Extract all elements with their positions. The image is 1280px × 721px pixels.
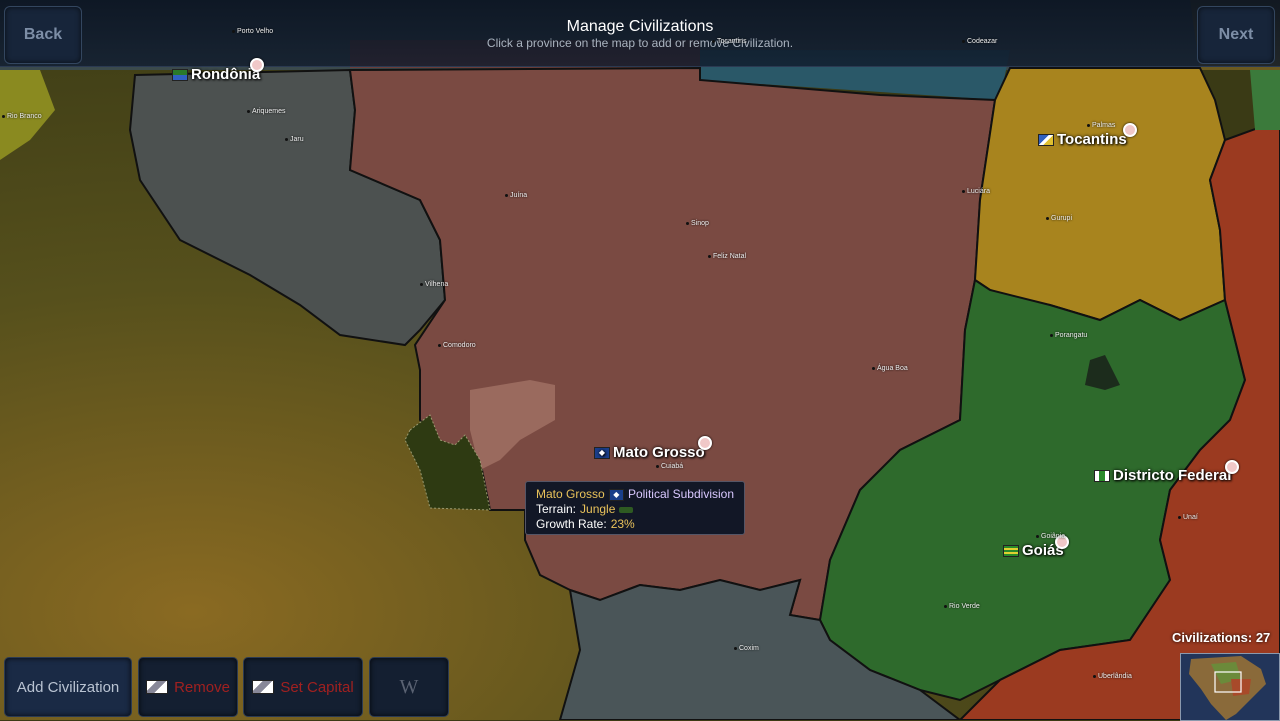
province-tooltip: Mato Grosso ◆ Political Subdivision Terr…: [525, 481, 745, 535]
city-codeazar: Codeazar: [962, 38, 997, 45]
page-title: Manage Civilizations: [566, 18, 714, 35]
goias-flag-icon: [1003, 544, 1019, 557]
add-civilization-button[interactable]: Add Civilization: [4, 657, 132, 717]
world-map[interactable]: [0, 0, 1280, 720]
label-mato-grosso[interactable]: ◆ Mato Grosso: [594, 444, 705, 461]
tooltip-terrain-value: Jungle: [580, 502, 616, 516]
label-distrito-federal[interactable]: Districto Federal: [1094, 467, 1231, 484]
city-juina: Juína: [505, 192, 527, 199]
add-civilization-label: Add Civilization: [16, 678, 120, 696]
city-agua-boa: Água Boa: [872, 365, 908, 372]
set-capital-label: Set Capital: [280, 678, 354, 696]
rondonia-flag-icon: [172, 68, 188, 81]
next-button[interactable]: Next: [1197, 6, 1275, 64]
city-vilhena: Vilhena: [420, 281, 448, 288]
city-goiania: Goiânia: [1036, 533, 1065, 540]
set-capital-button[interactable]: Set Capital: [243, 657, 363, 717]
tocantins-flag-icon: [1038, 133, 1054, 146]
tooltip-growth-label: Growth Rate:: [536, 517, 607, 531]
capital-rondonia-icon[interactable]: [250, 58, 264, 72]
tooltip-terrain-row: Terrain: Jungle: [536, 502, 734, 517]
city-palmas: Palmas: [1087, 122, 1115, 129]
city-sinop: Sinop: [686, 220, 709, 227]
label-rondonia-text: Rondônia: [191, 66, 261, 83]
capital-tocantins-icon[interactable]: [1123, 123, 1137, 137]
tooltip-type: Political Subdivision: [627, 487, 734, 501]
label-mato-grosso-text: Mato Grosso: [613, 444, 705, 461]
civilizations-number: 27: [1255, 630, 1271, 645]
jungle-icon: [619, 506, 634, 513]
city-gurupi: Gurupi: [1046, 215, 1072, 222]
city-feliz-natal: Feliz Natal: [708, 253, 746, 260]
label-distrito-federal-text: Districto Federal: [1113, 467, 1232, 484]
bottom-toolbar: Add Civilization Remove Set Capital W: [2, 654, 452, 718]
city-rio-verde: Rio Verde: [944, 603, 980, 610]
city-comodoro: Comodoro: [438, 342, 476, 349]
tooltip-header-row: Mato Grosso ◆ Political Subdivision: [536, 487, 734, 502]
distrito-federal-flag-icon: [1094, 469, 1110, 482]
remove-flag-icon: [146, 680, 169, 694]
wiki-icon: W: [399, 675, 419, 698]
page-subtitle: Click a province on the map to add or re…: [486, 36, 794, 50]
wiki-button[interactable]: W: [369, 657, 449, 717]
city-unai: Unaí: [1178, 514, 1198, 521]
city-cuiaba: Cuiabá: [656, 463, 683, 470]
label-tocantins-text: Tocantins: [1057, 131, 1127, 148]
top-bar: Back Manage Civilizations Click a provin…: [0, 0, 1280, 67]
city-rio-branco: Rio Branco: [2, 113, 42, 120]
remove-button[interactable]: Remove: [138, 657, 238, 717]
civilizations-label: Civilizations:: [1172, 630, 1253, 645]
region-piaui[interactable]: [1250, 70, 1280, 130]
mato-grosso-flag-icon: ◆: [594, 446, 610, 459]
label-tocantins[interactable]: Tocantins: [1038, 131, 1127, 148]
city-ariquemes: Ariquemes: [247, 108, 285, 115]
city-tocantins-north: Tocantins: [712, 38, 747, 45]
city-porangatu: Porangatu: [1050, 332, 1087, 339]
city-coxim: Coxim: [734, 645, 759, 652]
tooltip-terrain-label: Terrain:: [536, 502, 577, 516]
tooltip-growth-row: Growth Rate: 23%: [536, 517, 734, 532]
tooltip-flag-icon: ◆: [608, 488, 624, 501]
minimap[interactable]: [1180, 653, 1280, 721]
city-jaru: Jaru: [285, 136, 304, 143]
tooltip-province-name: Mato Grosso: [536, 487, 605, 501]
tooltip-growth-value: 23%: [610, 517, 635, 531]
city-uberlandia: Uberlândia: [1093, 673, 1132, 680]
minimap-graphic: [1181, 654, 1279, 720]
city-porto-velho: Porto Velho: [232, 28, 273, 35]
remove-label: Remove: [174, 678, 230, 696]
city-luciara: Luciára: [962, 188, 990, 195]
region-tocantins[interactable]: [973, 67, 1227, 322]
set-capital-flag-icon: [252, 680, 275, 694]
capital-distrito-federal-icon[interactable]: [1225, 460, 1239, 474]
label-rondonia[interactable]: Rondônia: [172, 66, 260, 83]
capital-mato-grosso-icon[interactable]: [698, 436, 712, 450]
civilizations-count: Civilizations: 27: [1172, 630, 1270, 645]
